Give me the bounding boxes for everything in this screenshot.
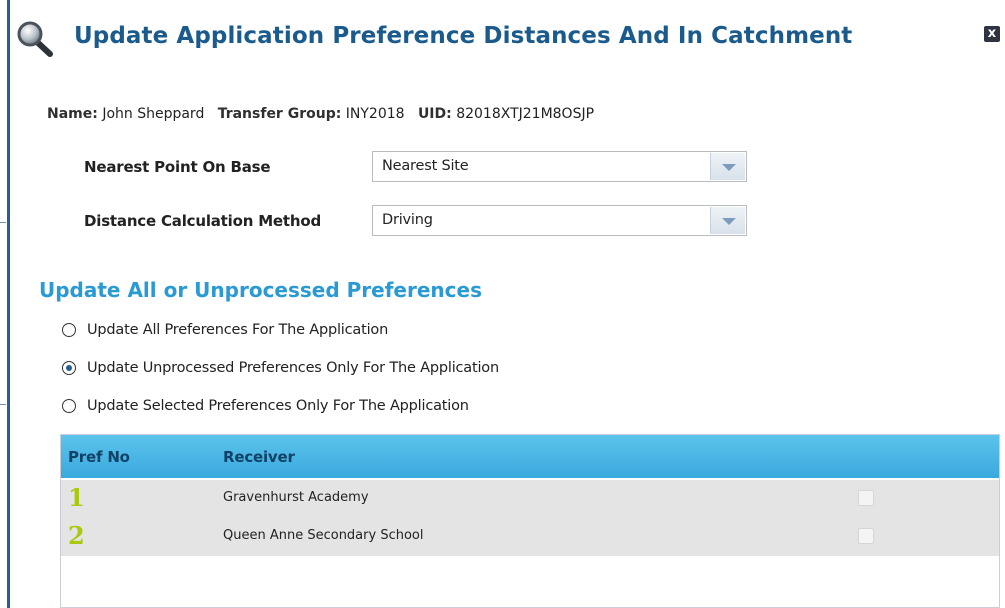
radio-button[interactable] [62,361,76,375]
preferences-table: Pref No Receiver 1 Gravenhurst Academy 2… [60,434,1000,608]
nearest-point-label: Nearest Point On Base [84,158,271,176]
nearest-point-value: Nearest Site [382,158,469,174]
frame-tick [0,404,6,405]
dialog-title-bar: Update Application Preference Distances … [10,0,1005,78]
dialog-title: Update Application Preference Distances … [74,23,853,49]
pref-number: 2 [68,521,85,550]
uid-label: UID: [417,106,452,122]
radio-button[interactable] [62,399,76,413]
radio-label: Update All Preferences For The Applicati… [87,322,389,338]
close-icon[interactable]: x [984,26,1000,42]
update-preferences-dialog: Update Application Preference Distances … [10,0,1005,608]
name-label: Name: [47,106,98,122]
row-select-checkbox[interactable] [858,490,874,506]
transfer-group-value: INY2018 [345,106,405,122]
radio-label: Update Unprocessed Preferences Only For … [87,360,499,376]
nearest-point-select[interactable]: Nearest Site [372,151,747,182]
applicant-info: Name: John Sheppard Transfer Group: INY2… [47,106,594,122]
dropdown-arrow-button[interactable] [710,153,745,180]
uid-value: 82018XTJ21M8OSJP [456,106,595,122]
receiver-name: Queen Anne Secondary School [223,528,424,543]
row-select-checkbox[interactable] [858,528,874,544]
name-value: John Sheppard [102,106,205,122]
radio-label: Update Selected Preferences Only For The… [87,398,469,414]
column-header-pref-no[interactable]: Pref No [68,448,130,466]
table-header: Pref No Receiver [61,435,999,478]
pref-number: 1 [68,483,85,512]
magnifier-icon [16,21,56,57]
distance-method-value: Driving [382,212,433,228]
window-frame-edge [0,0,10,608]
section-heading: Update All or Unprocessed Preferences [39,278,482,302]
table-row[interactable]: 1 Gravenhurst Academy [61,480,999,518]
frame-tick [0,222,6,223]
distance-method-label: Distance Calculation Method [84,212,321,230]
receiver-name: Gravenhurst Academy [223,490,369,505]
radio-button[interactable] [62,323,76,337]
distance-method-select[interactable]: Driving [372,205,747,236]
chevron-down-icon [722,218,736,225]
column-header-receiver[interactable]: Receiver [223,448,295,466]
table-row[interactable]: 2 Queen Anne Secondary School [61,518,999,556]
dropdown-arrow-button[interactable] [710,207,745,234]
transfer-group-label: Transfer Group: [217,106,342,122]
chevron-down-icon [722,164,736,171]
